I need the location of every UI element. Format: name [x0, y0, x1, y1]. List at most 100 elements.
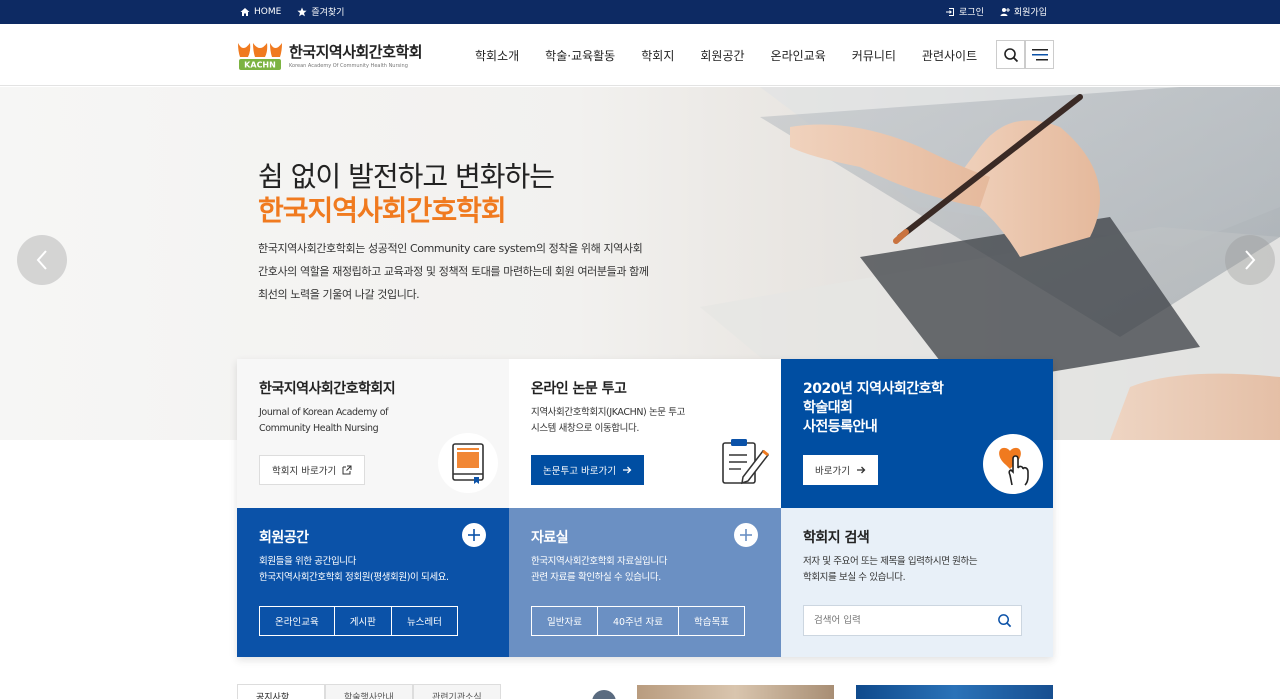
- join-link-label: 회원가입: [1013, 8, 1047, 18]
- home-link[interactable]: HOME: [240, 5, 281, 18]
- journal-card: 한국지역사회간호학회지 Journal of Korean Academy of…: [237, 359, 509, 508]
- journal-search-text-line: 저자 및 주요어 또는 제목을 입력하시면 원하는: [803, 556, 978, 567]
- nav-item-online-education[interactable]: 온라인교육: [758, 47, 839, 64]
- hero-headline-highlight: 한국지역사회간호학회: [258, 194, 507, 227]
- members-tab-board[interactable]: 게시판: [335, 607, 392, 635]
- archive-card-title: 자료실: [531, 530, 569, 546]
- conference-card-title-line: 학술대회: [803, 400, 853, 416]
- conference-card: 2020년 지역사회간호학 학술대회 사전등록안내 바로가기: [781, 359, 1053, 508]
- members-subtabs: 온라인교육 게시판 뉴스레터: [259, 606, 458, 636]
- members-card-text-line: 회원들을 위한 공간입니다: [259, 556, 356, 567]
- hero-prev-button[interactable]: [17, 235, 67, 285]
- journal-search-submit[interactable]: [989, 613, 1019, 628]
- journal-search-title: 학회지 검색: [803, 530, 870, 546]
- user-add-icon: [1000, 7, 1010, 16]
- chevron-right-icon: [1245, 250, 1256, 270]
- conference-card-title: 2020년 지역사회간호학 학술대회 사전등록안내: [803, 380, 944, 437]
- logo-mark-text: KACHN: [244, 61, 276, 70]
- nav-item-members[interactable]: 회원공간: [687, 47, 757, 64]
- nav-item-community[interactable]: 커뮤니티: [839, 47, 909, 64]
- submission-link-button-label: 논문투고 바로가기: [543, 466, 616, 477]
- archive-tab-general[interactable]: 일반자료: [532, 607, 598, 635]
- submission-card-title: 온라인 논문 투고: [531, 381, 627, 397]
- archive-subtabs: 일반자료 40주년 자료 학습목표: [531, 606, 746, 636]
- conference-link-button[interactable]: 바로가기: [803, 455, 878, 485]
- site-logo[interactable]: KACHN 한국지역사회간호학회 Korean Academy Of Commu…: [237, 39, 423, 71]
- archive-card-text-line: 관련 자료를 확인하실 수 있습니다.: [531, 572, 661, 583]
- login-link-label: 로그인: [959, 8, 984, 18]
- archive-card-text: 한국지역사회간호학회 자료실입니다 관련 자료를 확인하실 수 있습니다.: [531, 554, 667, 586]
- arrow-right-icon: [622, 466, 632, 474]
- submission-card: 온라인 논문 투고 지역사회간호학회지(JKACHN) 논문 투고 시스템 새창…: [509, 359, 781, 508]
- members-card-text-line: 한국지역사회간호학회 정회원(평생회원)이 되세요.: [259, 572, 449, 583]
- star-icon: [297, 7, 307, 16]
- journal-search-text-line: 학회지를 보실 수 있습니다.: [803, 572, 906, 583]
- submission-card-text-line: 시스템 새창으로 이동합니다.: [531, 423, 639, 434]
- main-nav: 학회소개 학술·교육활동 학회지 회원공간 온라인교육 커뮤니티 관련사이트: [462, 47, 990, 64]
- login-link[interactable]: 로그인: [945, 5, 984, 18]
- bottom-board-tabs: 공지사항 학술행사안내 관련기관소식: [237, 684, 501, 699]
- members-tab-newsletter[interactable]: 뉴스레터: [392, 607, 457, 635]
- archive-tab-learning-goals[interactable]: 학습목표: [679, 607, 744, 635]
- header-search-button[interactable]: [996, 40, 1025, 69]
- journal-search-input[interactable]: [804, 615, 989, 626]
- bottom-tab-notice[interactable]: 공지사항: [237, 684, 325, 699]
- members-card: 회원공간 회원들을 위한 공간입니다 한국지역사회간호학회 정회원(평생회원)이…: [237, 508, 509, 657]
- home-link-label: HOME: [254, 6, 282, 17]
- journal-search-box: [803, 605, 1022, 636]
- bookmark-link-label: 즐겨찾기: [311, 8, 345, 18]
- bottom-banner-image[interactable]: [637, 685, 834, 699]
- site-header: KACHN 한국지역사회간호학회 Korean Academy Of Commu…: [0, 24, 1280, 86]
- nav-item-academic[interactable]: 학술·교육활동: [532, 47, 628, 64]
- conference-link-button-label: 바로가기: [815, 466, 850, 477]
- journal-card-text-line: Community Health Nursing: [259, 423, 379, 434]
- journal-search-card: 학회지 검색 저자 및 주요어 또는 제목을 입력하시면 원하는 학회지를 보실…: [781, 508, 1053, 657]
- header-menu-button[interactable]: [1025, 40, 1054, 69]
- book-icon: [452, 443, 484, 484]
- submission-link-button[interactable]: 논문투고 바로가기: [531, 455, 644, 485]
- bottom-tab-events[interactable]: 학술행사안내: [325, 684, 413, 699]
- members-more-button[interactable]: [462, 523, 486, 547]
- bottom-tab-agency-news[interactable]: 관련기관소식: [413, 684, 501, 699]
- hero-description-line: 간호사의 역할을 재정립하고 교육과정 및 정책적 토대를 마련하는데 회원 여…: [258, 265, 649, 278]
- login-icon: [946, 7, 955, 16]
- journal-card-icon-wrap: [438, 433, 498, 493]
- nav-item-about[interactable]: 학회소개: [462, 47, 532, 64]
- bottom-slider-control[interactable]: [592, 690, 616, 699]
- clipboard-pencil-icon: [722, 439, 770, 485]
- hero-next-button[interactable]: [1225, 235, 1275, 285]
- logo-name: 한국지역사회간호학회: [289, 43, 423, 61]
- journal-link-button[interactable]: 학회지 바로가기: [259, 455, 366, 485]
- bottom-banner-image[interactable]: [856, 685, 1053, 699]
- archive-more-button[interactable]: [734, 523, 758, 547]
- logo-mark-icon: KACHN: [238, 43, 282, 70]
- conference-card-icon-wrap: [983, 434, 1043, 494]
- nav-item-related-sites[interactable]: 관련사이트: [909, 47, 990, 64]
- hamburger-icon: [1031, 48, 1048, 60]
- plus-icon: [740, 529, 752, 541]
- members-tab-online-education[interactable]: 온라인교육: [260, 607, 335, 635]
- conference-card-title-line: 사전등록안내: [803, 419, 878, 435]
- conference-card-title-line: 2020년 지역사회간호학: [803, 381, 944, 397]
- search-icon: [997, 614, 1011, 628]
- nav-item-journal[interactable]: 학회지: [628, 47, 687, 64]
- bookmark-link[interactable]: 즐겨찾기: [297, 5, 344, 18]
- hero-description-line: 최선의 노력을 기울여 나갈 것입니다.: [258, 288, 420, 301]
- hero-description: 한국지역사회간호학회는 성공적인 Community care system의 …: [258, 237, 678, 306]
- journal-card-text: Journal of Korean Academy of Community H…: [259, 405, 389, 437]
- archive-card-text-line: 한국지역사회간호학회 자료실입니다: [531, 556, 668, 567]
- journal-card-text-line: Journal of Korean Academy of: [259, 407, 389, 418]
- journal-card-title: 한국지역사회간호학회지: [259, 381, 396, 397]
- submission-card-text-line: 지역사회간호학회지(JKACHN) 논문 투고: [531, 407, 685, 418]
- top-utility-bar: HOME 즐겨찾기 로그인 회원가입: [0, 0, 1280, 24]
- search-icon: [1003, 47, 1018, 62]
- heart-hand-icon: [999, 447, 1029, 486]
- external-link-icon: [342, 465, 352, 475]
- join-link[interactable]: 회원가입: [1000, 5, 1047, 18]
- quick-menu-grid: 한국지역사회간호학회지 Journal of Korean Academy of…: [237, 359, 1053, 657]
- archive-card: 자료실 한국지역사회간호학회 자료실입니다 관련 자료를 확인하실 수 있습니다…: [509, 508, 781, 657]
- submission-card-text: 지역사회간호학회지(JKACHN) 논문 투고 시스템 새창으로 이동합니다.: [531, 405, 685, 437]
- archive-tab-40th-anniversary[interactable]: 40주년 자료: [598, 607, 680, 635]
- journal-link-button-label: 학회지 바로가기: [272, 466, 337, 477]
- hero-description-line: 한국지역사회간호학회는 성공적인 Community care system의 …: [258, 242, 643, 255]
